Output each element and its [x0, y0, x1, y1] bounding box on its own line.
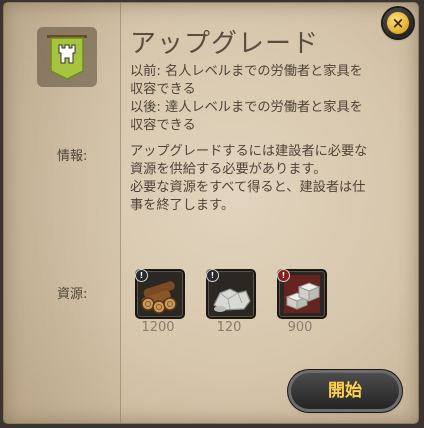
resource-wood[interactable]: ! [135, 269, 185, 319]
info-line-2: 資源を供給する必要があります。 [130, 162, 327, 177]
resource-stone[interactable]: ! [206, 269, 256, 319]
resource-stone-blocks[interactable]: ! [277, 269, 327, 319]
after-line-2: 収容できる [130, 118, 196, 133]
upgrade-dialog: アップグレード 以前: 名人レベルまでの労働者と家具を 収容できる 以後: 達人… [4, 3, 418, 423]
alert-badge-icon: ! [277, 269, 290, 282]
close-button[interactable]: × [383, 8, 413, 38]
close-icon: × [387, 12, 409, 34]
after-line-1: 以後: 達人レベルまでの労働者と家具を [130, 100, 363, 115]
info-line-1: アップグレードするには建設者に必要な [130, 144, 368, 159]
start-button[interactable]: 開始 [291, 373, 399, 409]
dialog-title: アップグレード [130, 29, 320, 59]
info-label: 情報: [57, 149, 88, 164]
info-badge-icon: ! [206, 269, 219, 282]
resource-stone-blocks-amount: 900 [287, 320, 313, 335]
info-line-4: 事を終了します。 [130, 198, 235, 213]
resource-wood-amount: 1200 [141, 320, 175, 335]
info-line-3: 必要な資源をすべて得ると、建設者は仕 [130, 180, 366, 195]
resources-label: 資源: [57, 287, 88, 302]
before-line-2: 収容できる [130, 82, 196, 97]
castle-banner-icon [37, 27, 97, 87]
resource-stone-amount: 120 [216, 320, 242, 335]
info-badge-icon: ! [135, 269, 148, 282]
before-line-1: 以前: 名人レベルまでの労働者と家具を [130, 64, 363, 79]
start-button-label: 開始 [328, 381, 362, 401]
